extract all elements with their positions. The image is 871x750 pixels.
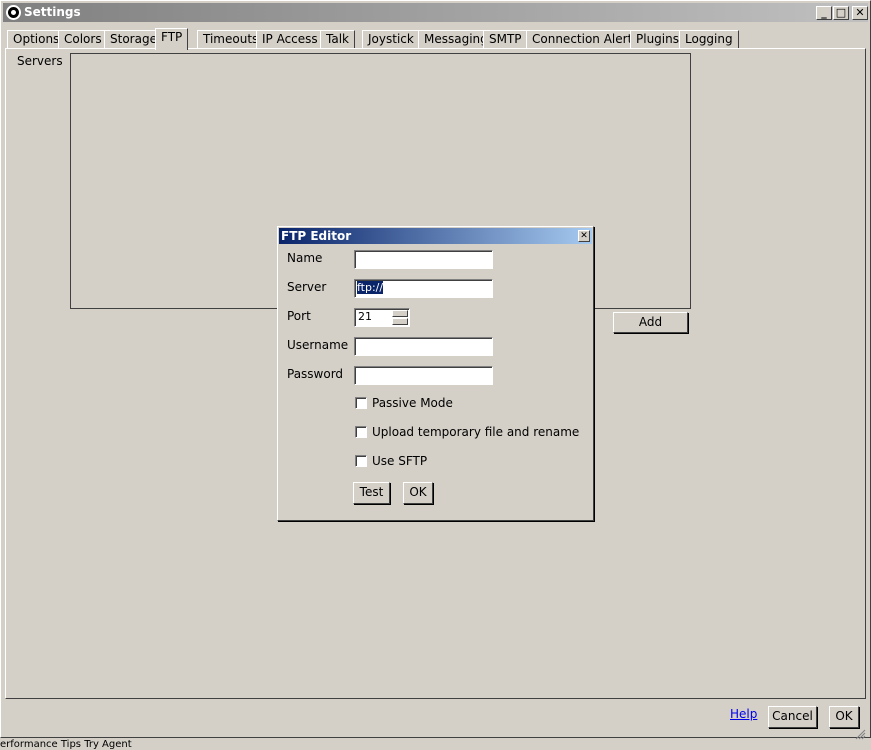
tab-plugins[interactable]: Plugins (630, 30, 685, 49)
upload-temp-label[interactable]: Upload temporary file and rename (372, 425, 579, 439)
resize-grip-icon[interactable] (854, 728, 866, 740)
dialog-close-icon[interactable]: ✕ (578, 230, 590, 242)
use-sftp-label[interactable]: Use SFTP (372, 454, 427, 468)
servers-label: Servers (17, 54, 63, 68)
passive-mode-label[interactable]: Passive Mode (372, 396, 453, 410)
tab-colors[interactable]: Colors (58, 30, 108, 49)
dialog-title-bar[interactable]: FTP Editor ✕ (279, 228, 592, 244)
tab-joystick[interactable]: Joystick (362, 30, 420, 49)
upload-temp-checkbox[interactable] (355, 426, 367, 438)
title-bar[interactable]: Settings _ □ ✕ (3, 3, 868, 22)
maximize-button[interactable]: □ (833, 6, 849, 20)
ftp-editor-dialog: FTP Editor ✕ Name Server ftp:// Port 21 … (277, 226, 594, 521)
password-label: Password (287, 367, 344, 381)
tab-smtp[interactable]: SMTP (483, 30, 528, 49)
port-label: Port (287, 309, 311, 323)
tab-logging[interactable]: Logging (679, 30, 739, 49)
minimize-button[interactable]: _ (816, 6, 832, 20)
tab-ip-access[interactable]: IP Access (256, 30, 324, 49)
tab-connection-alerts[interactable]: Connection Alerts (526, 30, 645, 49)
password-field[interactable] (354, 366, 493, 385)
username-label: Username (287, 338, 349, 352)
tab-options[interactable]: Options (7, 30, 66, 49)
window-title: Settings (24, 5, 81, 19)
server-label: Server (287, 280, 327, 294)
spin-down-arrow-icon[interactable] (392, 318, 408, 325)
server-field-selected-text: ftp:// (357, 281, 384, 294)
port-spinner[interactable]: 21 (354, 308, 410, 327)
status-bar-text: erformance Tips Try Agent (0, 739, 132, 750)
ok-button[interactable]: OK (829, 706, 859, 728)
spin-up-arrow-icon[interactable] (392, 310, 408, 317)
tab-ftp[interactable]: FTP (155, 28, 189, 50)
app-eye-icon (6, 5, 21, 20)
port-spin-buttons (392, 310, 408, 325)
use-sftp-checkbox[interactable] (355, 455, 367, 467)
dialog-title: FTP Editor (281, 229, 352, 243)
tab-talk[interactable]: Talk (320, 30, 355, 49)
username-field[interactable] (354, 337, 493, 356)
server-field[interactable]: ftp:// (354, 279, 493, 298)
tab-timeouts[interactable]: Timeouts (197, 30, 265, 49)
dialog-ok-button[interactable]: OK (403, 482, 433, 504)
name-label: Name (287, 251, 323, 265)
close-button[interactable]: ✕ (852, 6, 868, 20)
name-field[interactable] (354, 250, 493, 269)
test-button[interactable]: Test (353, 482, 390, 504)
add-server-button[interactable]: Add (613, 312, 688, 333)
help-link[interactable]: Help (730, 707, 757, 721)
passive-mode-checkbox[interactable] (355, 397, 367, 409)
cancel-button[interactable]: Cancel (768, 706, 817, 728)
port-value: 21 (358, 310, 372, 323)
